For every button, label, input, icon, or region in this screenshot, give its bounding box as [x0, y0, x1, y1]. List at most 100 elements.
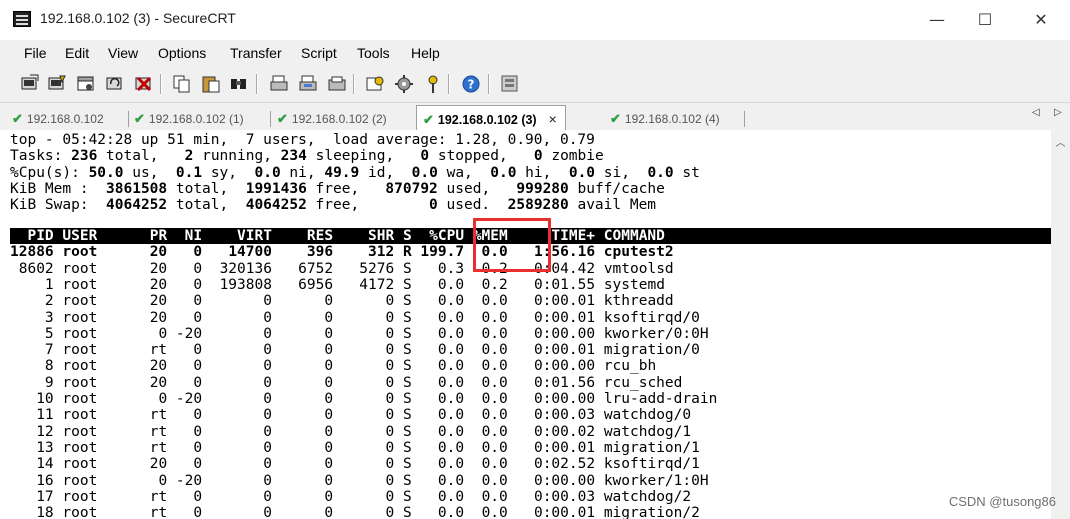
- menu-script[interactable]: Script: [301, 45, 337, 61]
- tab-session-2[interactable]: ✔ 192.168.0.102 (2): [277, 107, 387, 130]
- menu-transfer[interactable]: Transfer: [230, 45, 282, 61]
- summary-text: 0.0: [254, 164, 281, 181]
- print-setup-icon[interactable]: [327, 74, 347, 94]
- menu-view[interactable]: View: [108, 45, 138, 61]
- global-options-icon[interactable]: [394, 74, 414, 94]
- paste-icon[interactable]: [201, 74, 221, 94]
- securecrt-app-icon[interactable]: [13, 11, 31, 27]
- col-pid: PID: [27, 228, 54, 244]
- command-cell: vmtoolsd: [603, 260, 674, 277]
- tab-session-3-active[interactable]: ✔ 192.168.0.102 (3) ×: [416, 105, 566, 132]
- print-screen-icon[interactable]: [298, 74, 318, 94]
- tab-label: 192.168.0.102 (1): [148, 112, 244, 126]
- cpu-cell: 0.0: [437, 391, 465, 407]
- summary-text: 0.0: [411, 164, 438, 181]
- disconnect-icon[interactable]: [134, 74, 154, 94]
- close-button[interactable]: ✕: [1018, 0, 1064, 40]
- tab-scroll-left-icon[interactable]: ◁: [1032, 107, 1040, 118]
- cpu-cell: 0.0: [437, 342, 465, 359]
- connect-icon[interactable]: [20, 74, 40, 94]
- reconnect-icon[interactable]: [105, 74, 125, 94]
- mem-cell: 0.0: [481, 505, 508, 519]
- tab-label: 192.168.0.102 (4): [624, 112, 720, 126]
- shr-cell: 0: [385, 293, 395, 310]
- shr-cell: 0: [385, 309, 395, 326]
- pr-cell: rt: [149, 505, 168, 519]
- summary-text: KiB Swap:: [10, 197, 107, 214]
- sftp-icon[interactable]: [500, 74, 520, 94]
- pid-cell: 18: [36, 505, 54, 519]
- summary-text: avail Mem: [568, 197, 657, 214]
- command-cell: ksoftirqd/1: [603, 456, 700, 473]
- virt-cell: 0: [263, 325, 272, 342]
- time-cell: 0:02.52: [533, 456, 596, 473]
- summary-text: sy,: [202, 164, 255, 181]
- summary-text: 0.0: [647, 164, 674, 181]
- state-cell: S: [402, 325, 412, 342]
- tab-session-1[interactable]: ✔ 192.168.0.102 (1): [134, 107, 244, 130]
- pr-cell: 20: [149, 276, 168, 293]
- pid-cell: 16: [36, 472, 54, 489]
- menu-file[interactable]: File: [24, 45, 47, 61]
- user-cell: root: [62, 439, 98, 456]
- menu-options[interactable]: Options: [158, 45, 206, 61]
- time-cell: 0:00.00: [533, 358, 596, 375]
- menu-tools[interactable]: Tools: [357, 45, 390, 61]
- tab-session-4[interactable]: ✔ 192.168.0.102 (4): [610, 107, 720, 130]
- process-row: 16 root 0 -20 0 0 0 S 0.0 0.0 0:00.00 kw…: [10, 472, 708, 489]
- find-icon[interactable]: [229, 74, 249, 94]
- summary-text: 234: [280, 148, 307, 165]
- pr-cell: 20: [149, 260, 168, 277]
- menu-help[interactable]: Help: [411, 45, 440, 61]
- pid-cell: 2: [44, 293, 54, 310]
- ni-cell: -20: [175, 391, 203, 407]
- col-ni: NI: [184, 228, 203, 244]
- minimize-button[interactable]: —: [914, 0, 960, 40]
- time-cell: 0:01.55: [533, 276, 596, 293]
- res-cell: 0: [324, 472, 334, 489]
- command-cell: lru-add-drain: [603, 391, 718, 407]
- virt-cell: 0: [263, 488, 272, 505]
- user-cell: root: [62, 309, 98, 326]
- summary-text: free,: [306, 197, 430, 214]
- user-cell: root: [62, 407, 98, 424]
- process-row: 3 root 20 0 0 0 0 S 0.0 0.0 0:00.01 ksof…: [10, 310, 700, 326]
- vertical-scrollbar[interactable]: ︿: [1051, 130, 1070, 519]
- keymap-icon[interactable]: [423, 74, 443, 94]
- summary-text: total,: [167, 180, 246, 197]
- virt-cell: 0: [263, 293, 272, 310]
- shr-cell: 0: [385, 456, 395, 473]
- time-cell: 0:00.01: [533, 505, 596, 519]
- pid-cell: 5: [44, 325, 54, 342]
- summary-text: total,: [97, 148, 185, 165]
- state-cell: S: [402, 472, 412, 489]
- copy-icon[interactable]: [172, 74, 192, 94]
- time-cell: 0:00.03: [533, 488, 596, 505]
- summary-text: stopped,: [429, 148, 534, 165]
- tab-scroll-right-icon[interactable]: ▷: [1054, 107, 1062, 118]
- summary-text: free,: [306, 180, 386, 197]
- menu-edit[interactable]: Edit: [65, 45, 89, 61]
- process-row: 10 root 0 -20 0 0 0 S 0.0 0.0 0:00.00 lr…: [10, 391, 717, 407]
- res-cell: 396: [306, 244, 334, 261]
- maximize-button[interactable]: ☐: [962, 0, 1008, 40]
- mem-cell: 0.0: [481, 488, 508, 505]
- pr-cell: 0: [158, 325, 168, 342]
- tab-session[interactable]: ✔ 192.168.0.102: [12, 107, 104, 130]
- quick-connect-icon[interactable]: [47, 74, 67, 94]
- tab-close-icon[interactable]: ×: [549, 111, 557, 127]
- help-icon[interactable]: ?: [461, 74, 481, 94]
- summary-line: KiB Mem : 3861508 total, 1991436 free, 8…: [10, 181, 665, 197]
- cpu-cell: 0.0: [437, 505, 465, 519]
- shr-cell: 0: [385, 391, 395, 407]
- connect-in-tab-icon[interactable]: [76, 74, 96, 94]
- terminal-view[interactable]: top - 05:42:28 up 51 min, 7 users, load …: [0, 130, 1051, 519]
- scroll-up-icon[interactable]: ︿: [1051, 134, 1070, 149]
- user-cell: root: [62, 488, 98, 505]
- connected-check-icon: ✔: [134, 111, 145, 126]
- res-cell: 0: [324, 391, 334, 407]
- mem-cell: 0.0: [481, 293, 508, 310]
- print-icon[interactable]: [269, 74, 289, 94]
- user-cell: root: [62, 374, 98, 391]
- session-options-icon[interactable]: [365, 74, 385, 94]
